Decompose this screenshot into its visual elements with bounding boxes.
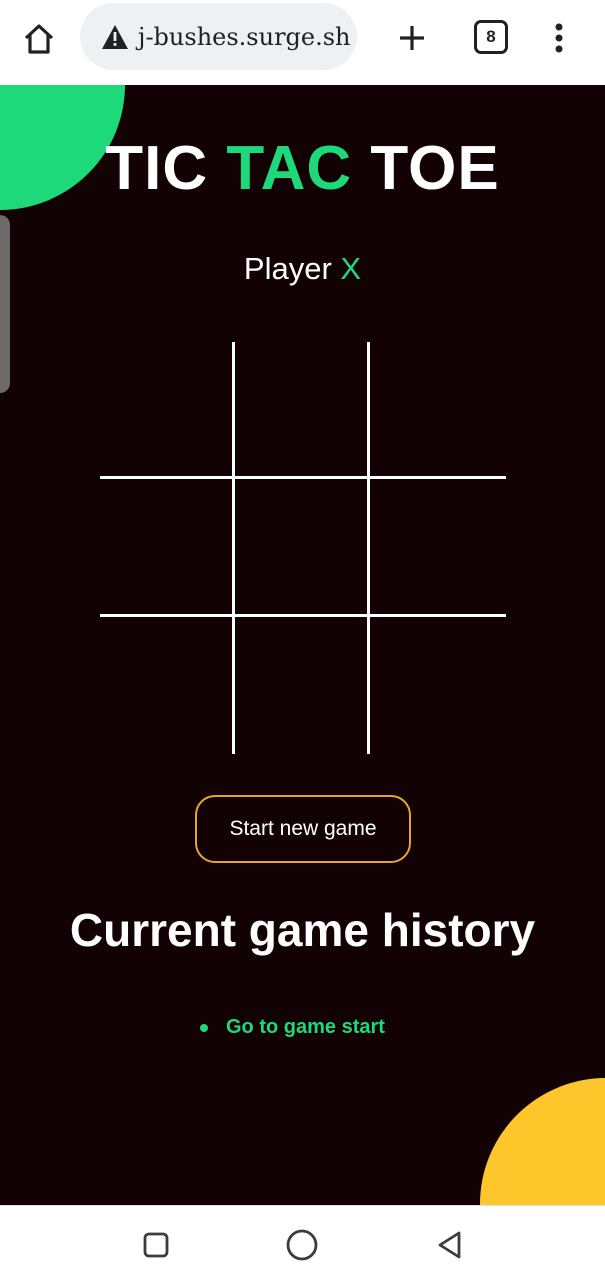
board-cell[interactable] (100, 617, 232, 754)
tab-count: 8 (486, 27, 496, 46)
board-cell[interactable] (370, 617, 506, 754)
home-circle-icon[interactable] (285, 1228, 319, 1262)
history-item: Go to game start (200, 1016, 385, 1039)
board-cell[interactable] (370, 479, 506, 614)
grid-line (232, 342, 235, 754)
side-panel-handle[interactable] (0, 215, 10, 393)
player-label: Player (243, 251, 332, 286)
recents-square-icon[interactable] (139, 1228, 173, 1262)
plus-icon[interactable] (392, 18, 432, 58)
title-toe: TOE (370, 134, 500, 203)
go-to-game-start-link[interactable]: Go to game start (226, 1016, 385, 1039)
decorative-yellow-circle (480, 1078, 605, 1205)
title-tic: TIC (105, 134, 209, 203)
history-heading: Current game history (69, 904, 536, 956)
address-bar[interactable]: j-bushes.surge.sh (80, 3, 357, 70)
grid-line (100, 614, 506, 617)
game-title: TIC TAC TOE (0, 133, 605, 204)
browser-toolbar: j-bushes.surge.sh 8 (0, 0, 605, 85)
history-list: Go to game start (200, 1016, 385, 1039)
grid-line (367, 342, 370, 754)
more-vert-icon[interactable] (545, 18, 573, 58)
title-tac: TAC (226, 134, 353, 203)
board-cell[interactable] (235, 617, 367, 754)
game-board (100, 342, 506, 754)
start-new-game-button[interactable]: Start new game (195, 795, 411, 863)
board-cell[interactable] (235, 479, 367, 614)
system-nav-bar (0, 1205, 605, 1280)
warning-icon[interactable] (100, 22, 130, 52)
home-icon[interactable] (18, 18, 60, 60)
board-cell[interactable] (235, 342, 367, 476)
url-text: j-bushes.surge.sh (138, 22, 351, 51)
current-player: Player X (0, 251, 605, 287)
grid-line (100, 476, 506, 479)
board-cell[interactable] (370, 342, 506, 476)
bullet-icon (200, 1023, 208, 1032)
game-page: TIC TAC TOE Player X Start new game Curr… (0, 85, 605, 1205)
back-triangle-icon[interactable] (433, 1228, 467, 1262)
board-cell[interactable] (100, 479, 232, 614)
tabs-icon[interactable]: 8 (474, 20, 508, 54)
board-cell[interactable] (100, 342, 232, 476)
player-mark: X (340, 251, 362, 286)
